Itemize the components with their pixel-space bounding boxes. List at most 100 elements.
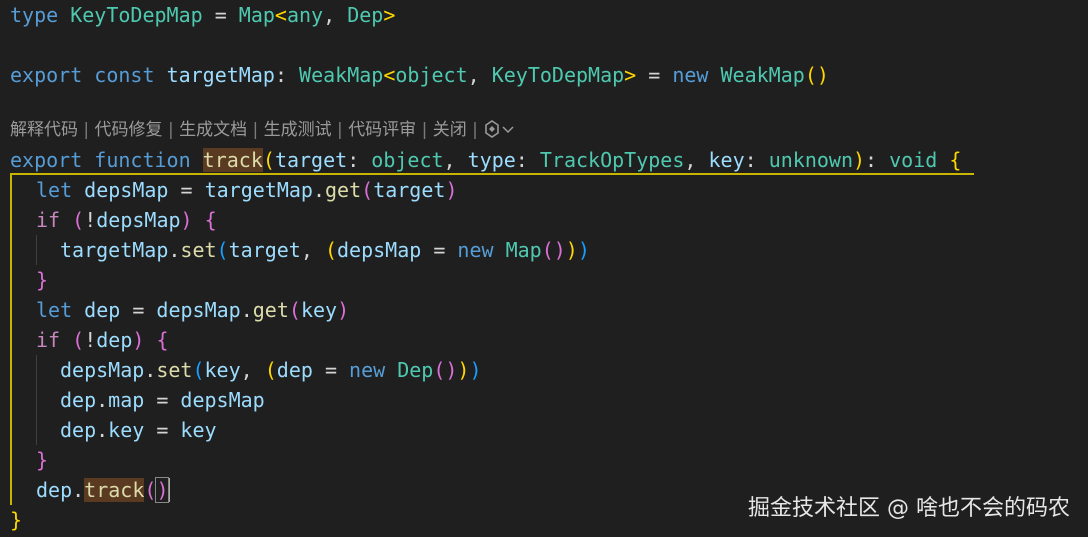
code-line-14[interactable]: dep.key = key <box>60 415 217 445</box>
code-line-5[interactable]: export function track(target: object, ty… <box>10 145 961 175</box>
token-op: = <box>202 3 239 27</box>
token-bracket: ) <box>577 238 590 262</box>
token-bracket: ) <box>469 358 482 382</box>
token-op: . <box>96 388 109 412</box>
code-line-16[interactable]: dep.track() <box>36 475 171 505</box>
token-bracket: ) <box>457 358 470 382</box>
token-type: Map <box>505 238 542 262</box>
token-bracket: } <box>10 508 23 532</box>
token-op: ! <box>84 208 97 232</box>
token-variable: depsMap <box>60 358 145 382</box>
token-bracket: () <box>433 358 458 382</box>
token-type: TrackOpTypes <box>539 148 685 172</box>
chevron-down-icon[interactable] <box>501 122 515 136</box>
token-op: . <box>240 298 253 322</box>
codelens-docs[interactable]: 生成文档 <box>179 120 247 140</box>
token-function: get <box>325 178 362 202</box>
token-bracket: { <box>156 328 169 352</box>
codelens-separator: | <box>416 120 433 140</box>
token-bracket: < <box>383 63 396 87</box>
token-function: set <box>156 358 193 382</box>
token-op: . <box>72 478 85 502</box>
token-op: : <box>347 148 372 172</box>
token-variable: targetMap <box>204 178 313 202</box>
codelens-separator: | <box>78 120 95 140</box>
token-type: Map <box>238 3 275 27</box>
token-bracket: ) <box>565 238 578 262</box>
code-line-8[interactable]: targetMap.set(target, (depsMap = new Map… <box>60 235 590 265</box>
token-bracket: ( <box>72 208 85 232</box>
code-line-15[interactable]: } <box>36 445 48 475</box>
token-type: any <box>286 3 324 27</box>
token-param: type <box>467 148 516 172</box>
token-bracket: () <box>804 63 829 87</box>
codelens-tests[interactable]: 生成测试 <box>264 120 332 140</box>
token-function: set <box>180 238 217 262</box>
text-cursor <box>168 478 171 502</box>
token-variable: targetMap <box>60 238 169 262</box>
code-line-3[interactable]: export const targetMap: WeakMap<object, … <box>10 60 829 90</box>
codelens-separator: | <box>466 120 484 140</box>
token-op: , <box>467 63 492 87</box>
codelens-close[interactable]: 关闭 <box>433 120 467 140</box>
token-op: = <box>168 178 205 202</box>
token-bracket-matched: ) <box>155 477 170 503</box>
token-variable: target <box>373 178 446 202</box>
token-type: unknown <box>768 148 853 172</box>
token-function-highlighted: track <box>84 478 145 502</box>
code-line-9[interactable]: } <box>36 265 48 295</box>
token-op: , <box>240 358 265 382</box>
codelens-explain[interactable]: 解释代码 <box>10 120 78 140</box>
code-line-12[interactable]: depsMap.set(key, (dep = new Dep())) <box>60 355 482 385</box>
codelens-separator: | <box>162 120 180 140</box>
token-bracket: ( <box>72 328 85 352</box>
code-line-7[interactable]: if (!depsMap) { <box>36 205 217 235</box>
codelens-fix[interactable]: 代码修复 <box>95 120 163 140</box>
code-line-10[interactable]: let dep = depsMap.get(key) <box>36 295 349 325</box>
token-op: : <box>744 148 769 172</box>
token-type: object <box>395 63 468 87</box>
token-variable: dep <box>96 328 133 352</box>
token-bracket: ( <box>192 358 205 382</box>
token-op: : <box>865 148 890 172</box>
code-line-13[interactable]: dep.map = depsMap <box>60 385 265 415</box>
indent-guide-active <box>10 175 12 505</box>
token-function: get <box>252 298 289 322</box>
token-variable: depsMap <box>84 178 169 202</box>
token-bracket: ( <box>324 238 337 262</box>
token-keyword: const <box>94 63 155 87</box>
token-bracket: ( <box>216 238 229 262</box>
token-param: key <box>708 148 745 172</box>
codelens-separator: | <box>247 120 264 140</box>
codelens-review[interactable]: 代码评审 <box>348 120 416 140</box>
code-line-11[interactable]: if (!dep) { <box>36 325 169 355</box>
indent-guide-if2 <box>36 355 37 445</box>
token-function-highlighted: track <box>202 148 263 172</box>
ai-assistant-icon[interactable] <box>483 120 501 138</box>
code-line-1[interactable]: type KeyToDepMap = Map<any, Dep> <box>10 0 395 30</box>
token-variable: depsMap <box>336 238 422 262</box>
token-keyword: export <box>10 63 83 87</box>
token-bracket: ( <box>288 298 301 322</box>
watermark: 掘金技术社区 @ 啥也不会的码农 <box>748 496 1070 521</box>
code-line-6[interactable]: let depsMap = targetMap.get(target) <box>36 175 457 205</box>
code-line-17[interactable]: } <box>10 505 22 535</box>
token-op: = <box>144 388 181 412</box>
token-param: target <box>274 148 348 172</box>
token-bracket: () <box>541 238 566 262</box>
token-keyword: let <box>36 298 73 322</box>
token-variable: dep <box>36 478 73 502</box>
token-op: = <box>144 418 181 442</box>
token-op: = <box>312 358 350 382</box>
token-bracket: ) <box>853 148 866 172</box>
token-op: . <box>144 358 157 382</box>
token-keyword: function <box>94 148 191 172</box>
token-bracket: ) <box>180 208 193 232</box>
token-type: WeakMap <box>299 63 384 87</box>
token-type: void <box>889 148 938 172</box>
token-bracket: ) <box>445 178 458 202</box>
token-type: object <box>371 148 444 172</box>
token-type: WeakMap <box>720 63 805 87</box>
token-variable: dep <box>84 298 121 322</box>
token-op: . <box>312 178 326 202</box>
